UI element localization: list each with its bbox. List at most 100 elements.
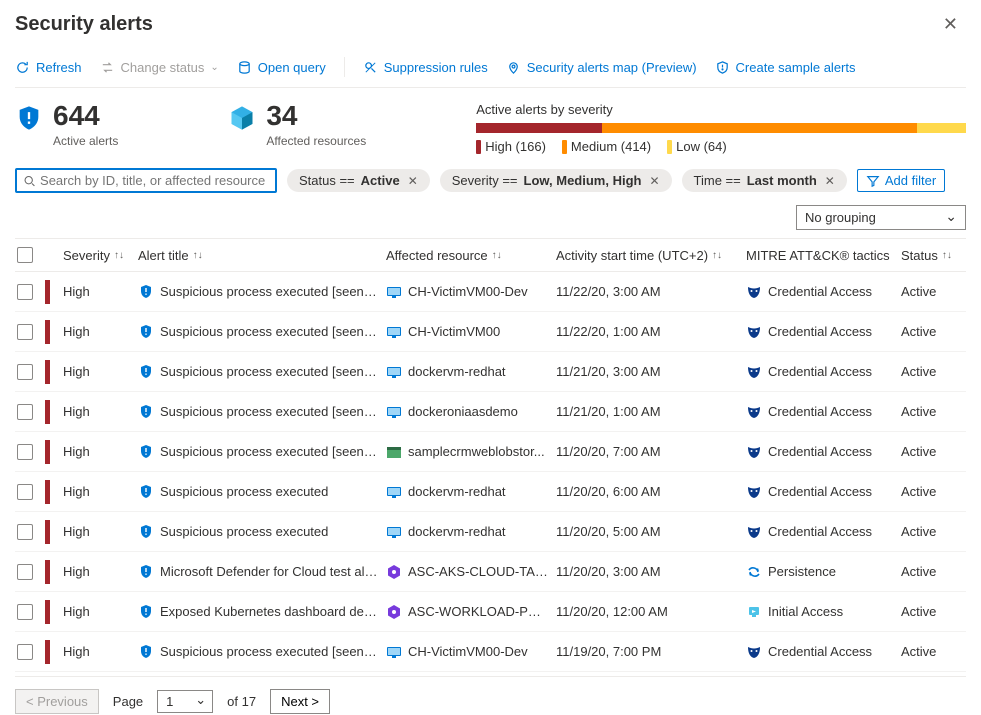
filter-time-remove[interactable]: ✕	[825, 174, 835, 188]
severity-stripe	[45, 640, 50, 664]
resource-cell: dockervm-redhat	[386, 484, 556, 500]
page-select[interactable]: 1	[157, 690, 213, 713]
table-body: HighSuspicious process executed [seen ..…	[15, 272, 966, 672]
stats-row: 644 Active alerts 34 Affected resources …	[15, 102, 966, 154]
row-checkbox[interactable]	[17, 444, 33, 460]
col-activity[interactable]: Activity start time (UTC+2)↑↓	[556, 248, 746, 263]
legend-medium-label: Medium (414)	[571, 139, 651, 154]
grouping-select[interactable]: No grouping	[796, 205, 966, 230]
status-cell: Active	[901, 484, 961, 499]
suppression-label: Suppression rules	[384, 60, 488, 75]
add-filter-button[interactable]: Add filter	[857, 169, 945, 192]
row-checkbox[interactable]	[17, 484, 33, 500]
row-checkbox[interactable]	[17, 604, 33, 620]
severity-cell: High	[63, 364, 138, 379]
tactic-icon	[746, 404, 762, 420]
active-alerts-label: Active alerts	[53, 134, 118, 148]
resource-cell: samplecrmweblobstor...	[386, 444, 556, 460]
filter-severity-remove[interactable]: ✕	[649, 174, 659, 188]
filter-severity-pill[interactable]: Severity == Low, Medium, High ✕	[440, 169, 672, 192]
col-status[interactable]: Status↑↓	[901, 248, 961, 263]
filter-severity-pre: Severity ==	[452, 173, 518, 188]
select-all-checkbox[interactable]	[17, 247, 33, 263]
resource-icon	[386, 284, 402, 300]
alert-shield-icon	[138, 644, 154, 660]
severity-stripe	[45, 600, 50, 624]
close-icon[interactable]: ✕	[935, 10, 966, 39]
change-status-button: Change status ⌄	[100, 60, 219, 75]
col-resource[interactable]: Affected resource↑↓	[386, 248, 556, 263]
status-cell: Active	[901, 604, 961, 619]
row-checkbox[interactable]	[17, 364, 33, 380]
activity-cell: 11/20/20, 5:00 AM	[556, 524, 746, 539]
title-cell: Suspicious process executed [seen ...	[138, 644, 386, 660]
row-checkbox[interactable]	[17, 524, 33, 540]
table-row[interactable]: HighSuspicious process executeddockervm-…	[15, 472, 966, 512]
severity-bar	[476, 123, 966, 133]
filters-row: Status == Active ✕ Severity == Low, Medi…	[15, 168, 966, 193]
tactic-cell: Credential Access	[746, 524, 901, 540]
severity-stripe	[45, 480, 50, 504]
title-cell: Suspicious process executed [seen ...	[138, 444, 386, 460]
tactic-cell: Persistence	[746, 564, 901, 580]
suppression-rules-button[interactable]: Suppression rules	[363, 60, 488, 75]
filter-time-pre: Time ==	[694, 173, 741, 188]
row-checkbox[interactable]	[17, 404, 33, 420]
stat-affected-resources: 34 Affected resources	[228, 102, 366, 148]
tactic-icon	[746, 644, 762, 660]
open-query-button[interactable]: Open query	[237, 60, 326, 75]
table-row[interactable]: HighSuspicious process executeddockervm-…	[15, 512, 966, 552]
resource-cell: dockervm-redhat	[386, 364, 556, 380]
table-row[interactable]: HighSuspicious process executed [seen ..…	[15, 392, 966, 432]
resource-icon	[386, 604, 402, 620]
table-row[interactable]: HighMicrosoft Defender for Cloud test al…	[15, 552, 966, 592]
resource-icon	[386, 404, 402, 420]
tactic-cell: Credential Access	[746, 404, 901, 420]
status-cell: Active	[901, 524, 961, 539]
alerts-map-button[interactable]: Security alerts map (Preview)	[506, 60, 697, 75]
search-input-wrapper[interactable]	[15, 168, 277, 193]
filter-time-pill[interactable]: Time == Last month ✕	[682, 169, 847, 192]
table-row[interactable]: HighSuspicious process executed [seen ..…	[15, 632, 966, 672]
sort-icon: ↑↓	[114, 250, 124, 261]
filter-status-remove[interactable]: ✕	[408, 174, 418, 188]
col-severity[interactable]: Severity↑↓	[63, 248, 138, 263]
sample-alerts-button[interactable]: Create sample alerts	[715, 60, 856, 75]
title-cell: Suspicious process executed [seen ...	[138, 364, 386, 380]
next-page-button[interactable]: Next >	[270, 689, 330, 714]
search-icon	[23, 174, 36, 188]
table-row[interactable]: HighSuspicious process executed [seen ..…	[15, 312, 966, 352]
severity-legend: High (166) Medium (414) Low (64)	[476, 139, 966, 154]
table-row[interactable]: HighExposed Kubernetes dashboard det...A…	[15, 592, 966, 632]
prev-page-button[interactable]: < Previous	[15, 689, 99, 714]
row-checkbox[interactable]	[17, 644, 33, 660]
col-activity-label: Activity start time (UTC+2)	[556, 248, 708, 263]
severity-title: Active alerts by severity	[476, 102, 966, 117]
severity-cell: High	[63, 564, 138, 579]
col-title[interactable]: Alert title↑↓	[138, 248, 386, 263]
alert-shield-icon	[138, 484, 154, 500]
status-cell: Active	[901, 284, 961, 299]
table-row[interactable]: HighSuspicious process executed [seen ..…	[15, 432, 966, 472]
search-input[interactable]	[40, 173, 269, 188]
alert-shield-icon	[138, 324, 154, 340]
refresh-button[interactable]: Refresh	[15, 60, 82, 75]
tactic-icon	[746, 324, 762, 340]
row-checkbox[interactable]	[17, 564, 33, 580]
separator	[344, 57, 345, 77]
row-checkbox[interactable]	[17, 324, 33, 340]
table-row[interactable]: HighSuspicious process executed [seen ..…	[15, 272, 966, 312]
activity-cell: 11/20/20, 7:00 AM	[556, 444, 746, 459]
row-checkbox[interactable]	[17, 284, 33, 300]
stat-active-alerts: 644 Active alerts	[15, 102, 118, 148]
table-row[interactable]: HighSuspicious process executed [seen ..…	[15, 352, 966, 392]
title-cell: Suspicious process executed	[138, 484, 386, 500]
status-cell: Active	[901, 444, 961, 459]
col-tactics[interactable]: MITRE ATT&CK® tactics	[746, 248, 901, 263]
resource-cell: ASC-AKS-CLOUD-TALK	[386, 564, 556, 580]
activity-cell: 11/20/20, 3:00 AM	[556, 564, 746, 579]
add-filter-label: Add filter	[885, 173, 936, 188]
title-cell: Microsoft Defender for Cloud test alert …	[138, 564, 386, 580]
tactic-icon	[746, 484, 762, 500]
filter-status-pill[interactable]: Status == Active ✕	[287, 169, 430, 192]
